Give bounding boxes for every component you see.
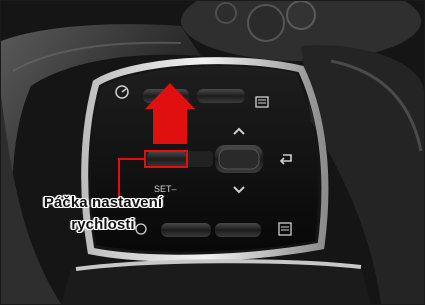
callout-label-line1: Páčka nastavení bbox=[43, 194, 163, 211]
callout-label-line2: rychlosti bbox=[71, 216, 135, 233]
steering-wheel-illustration bbox=[1, 1, 424, 304]
steering-wheel-photo: SET– Páčka nastavení rychlosti bbox=[0, 0, 425, 305]
